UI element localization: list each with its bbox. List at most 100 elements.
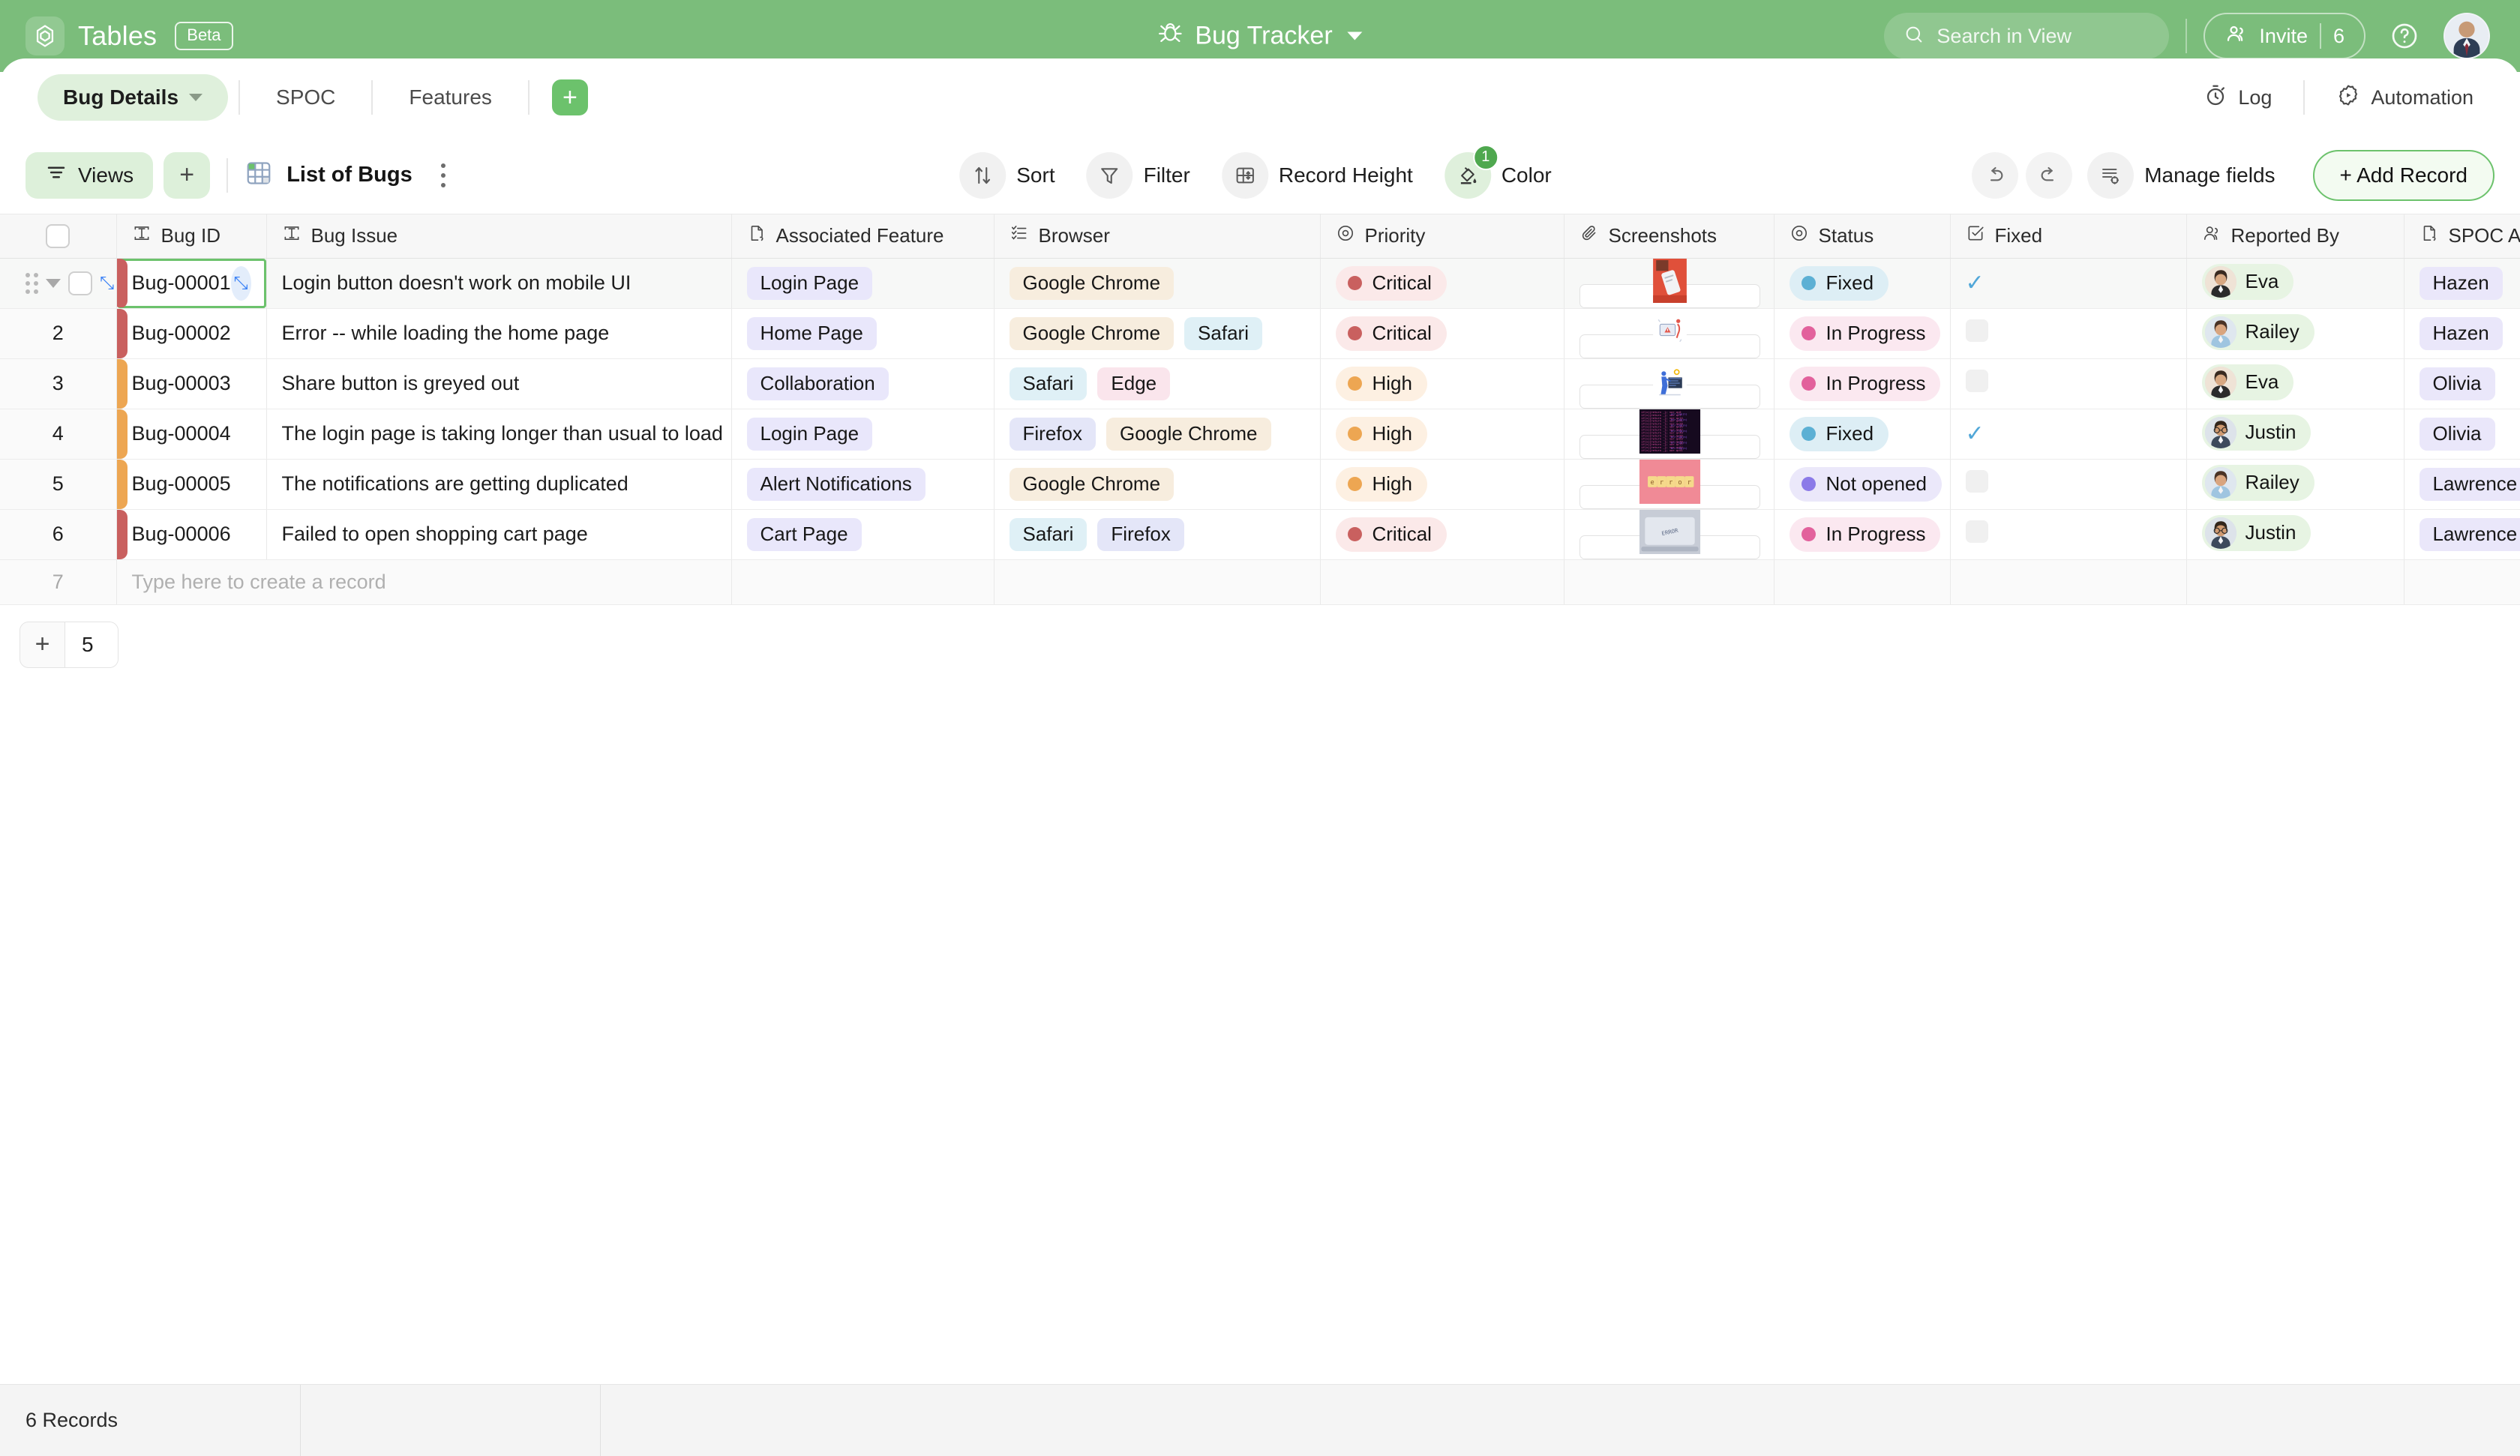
unchecked-box-icon[interactable] [1965, 370, 1988, 392]
cell-reported-by[interactable]: Justin [2186, 509, 2404, 560]
add-rows-count[interactable]: 5 [65, 622, 118, 667]
cell-fixed[interactable] [1950, 308, 2187, 359]
cell-status[interactable]: Fixed [1774, 258, 1951, 309]
filter-button[interactable]: Filter [1079, 148, 1207, 202]
cell-bug-issue[interactable]: Failed to open shopping cart page [266, 509, 732, 560]
expand-record-icon[interactable]: ⤡ [230, 265, 251, 301]
row-gutter[interactable]: 6⤡ [0, 509, 117, 560]
column-header-associated-feature[interactable]: Associated Feature [731, 214, 994, 259]
row-menu-icon[interactable] [46, 278, 61, 288]
color-button[interactable]: 1 Color [1437, 144, 1568, 202]
expand-row-icon[interactable]: ⤡ [100, 274, 114, 292]
check-icon[interactable]: ✓ [1966, 421, 1984, 446]
undo-icon[interactable] [1972, 151, 2019, 199]
add-record-button[interactable]: + Add Record [2312, 149, 2494, 201]
cell-priority[interactable]: High [1320, 409, 1564, 460]
select-all-checkbox[interactable] [46, 223, 70, 248]
document-title[interactable]: Bug Tracker [1157, 20, 1363, 52]
unchecked-box-icon[interactable] [1965, 470, 1988, 493]
table-row[interactable]: 4⤡ Bug-00004 The login page is taking long… [0, 409, 2520, 460]
sort-button[interactable]: Sort [952, 148, 1071, 202]
screenshot-thumbnail[interactable]: if(x){return _}; var q=0if(x){return _};… [1579, 409, 1760, 458]
cell-associated-feature[interactable]: Login Page [731, 258, 994, 309]
cell-bug-issue[interactable]: The login page is taking longer than usu… [266, 409, 732, 460]
new-record-cell[interactable] [1320, 559, 1564, 605]
cell-status[interactable]: Fixed [1774, 409, 1951, 460]
views-button[interactable]: Views [26, 151, 154, 199]
cell-bug-issue[interactable]: Error -- while loading the home page [266, 308, 732, 359]
cell-status[interactable]: In Progress [1774, 358, 1951, 409]
cell-bug-id[interactable]: Bug-00003 [116, 358, 267, 409]
cell-spoc[interactable]: Hazen [2404, 308, 2520, 359]
cell-fixed[interactable]: ✓ [1950, 409, 2187, 460]
manage-fields-button[interactable]: Manage fields [2080, 148, 2291, 202]
cell-screenshots[interactable] [1564, 358, 1774, 409]
cell-screenshots[interactable]: ERROR [1564, 509, 1774, 560]
cell-bug-issue[interactable]: Login button doesn't work on mobile UI [266, 258, 732, 309]
cell-bug-issue[interactable]: Share button is greyed out [266, 358, 732, 409]
column-header-browser[interactable]: Browser [994, 214, 1321, 259]
cell-browser[interactable]: Google Chrome [994, 459, 1321, 510]
cell-screenshots[interactable]: error [1564, 459, 1774, 510]
add-view-button[interactable]: + [164, 151, 211, 199]
cell-bug-issue[interactable]: The notifications are getting duplicated [266, 459, 732, 510]
cell-browser[interactable]: Google Chrome [994, 258, 1321, 309]
cell-fixed[interactable]: ✓ [1950, 258, 2187, 309]
invite-button[interactable]: Invite 6 [2204, 13, 2366, 59]
cell-spoc[interactable]: Olivia [2404, 358, 2520, 409]
automation-button[interactable]: Automation [2315, 83, 2494, 112]
drag-handle-icon[interactable] [26, 272, 38, 294]
cell-reported-by[interactable]: Eva [2186, 358, 2404, 409]
cell-spoc[interactable]: Lawrence [2404, 459, 2520, 510]
cell-fixed[interactable] [1950, 509, 2187, 560]
row-gutter[interactable]: 1⤡ [0, 258, 117, 309]
avatar[interactable] [2444, 13, 2490, 59]
column-header-screenshots[interactable]: Screenshots [1564, 214, 1774, 259]
tab-spoc[interactable]: SPOC [250, 74, 361, 121]
cell-browser[interactable]: Google Chrome Safari [994, 308, 1321, 359]
add-rows-stepper[interactable]: + 5 [20, 621, 118, 668]
cell-bug-id[interactable]: Bug-00002 [116, 308, 267, 359]
cell-fixed[interactable] [1950, 459, 2187, 510]
cell-browser[interactable]: Firefox Google Chrome [994, 409, 1321, 460]
cell-associated-feature[interactable]: Alert Notifications [731, 459, 994, 510]
cell-reported-by[interactable]: Justin [2186, 409, 2404, 460]
redo-icon[interactable] [2026, 151, 2073, 199]
cell-priority[interactable]: Critical [1320, 308, 1564, 359]
tab-features[interactable]: Features [383, 74, 518, 121]
row-gutter[interactable]: 2⤡ [0, 308, 117, 359]
new-record-input[interactable]: Type here to create a record [116, 559, 732, 605]
add-tab-button[interactable]: + [551, 79, 588, 115]
cell-priority[interactable]: High [1320, 459, 1564, 510]
cell-bug-id[interactable]: Bug-00001 ⤡ [116, 258, 267, 309]
row-gutter[interactable]: 3⤡ [0, 358, 117, 409]
cell-associated-feature[interactable]: Home Page [731, 308, 994, 359]
new-record-cell[interactable] [1950, 559, 2187, 605]
unchecked-box-icon[interactable] [1965, 319, 1988, 342]
cell-bug-id[interactable]: Bug-00005 [116, 459, 267, 510]
cell-priority[interactable]: High [1320, 358, 1564, 409]
new-record-cell[interactable] [2186, 559, 2404, 605]
cell-bug-id[interactable]: Bug-00004 [116, 409, 267, 460]
unchecked-box-icon[interactable] [1965, 520, 1988, 543]
table-row[interactable]: 2⤡ Bug-00002 Error -- while loading the ho… [0, 308, 2520, 359]
table-row[interactable]: 6⤡ Bug-00006 Failed to open shopping cart … [0, 509, 2520, 560]
screenshot-thumbnail[interactable]: ERROR [1579, 509, 1760, 559]
search-input[interactable]: Search in View [1884, 13, 2170, 59]
new-record-cell[interactable] [1564, 559, 1774, 605]
select-all-header[interactable] [0, 214, 117, 259]
cell-spoc[interactable]: Olivia [2404, 409, 2520, 460]
cell-screenshots[interactable]: if(x){return _}; var q=0if(x){return _};… [1564, 409, 1774, 460]
column-header-spoc[interactable]: SPOC A [2404, 214, 2520, 259]
table-row[interactable]: 3⤡ Bug-00003 Share button is greyed out Col… [0, 358, 2520, 409]
cell-priority[interactable]: Critical [1320, 509, 1564, 560]
cell-fixed[interactable] [1950, 358, 2187, 409]
new-record-cell[interactable] [994, 559, 1321, 605]
screenshot-thumbnail[interactable]: error [1579, 459, 1760, 508]
cell-browser[interactable]: Safari Firefox [994, 509, 1321, 560]
column-header-bug-issue[interactable]: Bug Issue [266, 214, 732, 259]
kebab-menu-icon[interactable] [424, 152, 462, 199]
cell-status[interactable]: In Progress [1774, 509, 1951, 560]
screenshot-thumbnail[interactable] [1579, 358, 1760, 408]
log-button[interactable]: Log [2182, 83, 2293, 112]
